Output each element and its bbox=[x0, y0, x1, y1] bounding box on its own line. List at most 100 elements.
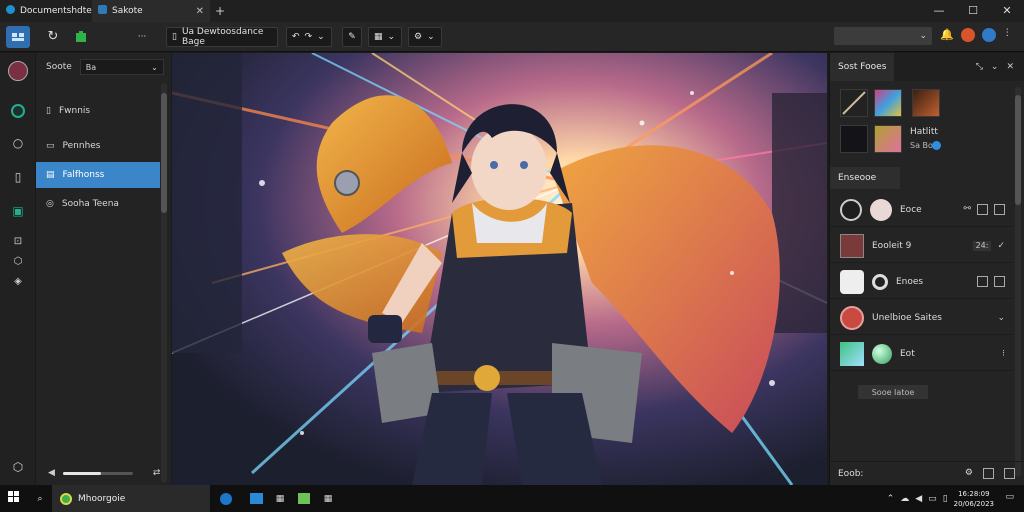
close-tab-icon[interactable]: ✕ bbox=[196, 6, 204, 17]
folder-icon[interactable]: ⊡ bbox=[10, 233, 26, 249]
undo-redo-control[interactable]: ↶ ↷ ⌄ bbox=[286, 26, 332, 47]
taskbar-app-store[interactable] bbox=[244, 485, 268, 512]
layer-name: Eot bbox=[900, 348, 915, 359]
zoom-slider[interactable] bbox=[62, 471, 133, 475]
system-tray: ⌃ ☁ ◀ ▭ ▯ 16:28:09 20/06/2023 bbox=[887, 485, 994, 512]
volume-icon[interactable]: ◀ bbox=[915, 494, 922, 504]
chevron-down-icon[interactable]: ⌄ bbox=[997, 313, 1005, 323]
lock-icon[interactable] bbox=[977, 204, 988, 215]
bell-icon[interactable]: 🔔 bbox=[940, 28, 954, 42]
start-button[interactable] bbox=[0, 491, 28, 506]
brush-button[interactable]: ✎ bbox=[342, 26, 362, 47]
cloud-icon[interactable]: ☁ bbox=[900, 494, 909, 504]
thumbnail[interactable] bbox=[840, 89, 868, 117]
layer-row[interactable]: Eoce ⚯ bbox=[830, 193, 1013, 227]
thumbnail[interactable] bbox=[874, 125, 902, 153]
chevron-up-icon[interactable]: ⌃ bbox=[887, 494, 895, 504]
network-icon[interactable]: ▭ bbox=[928, 494, 937, 504]
chevron-down-icon[interactable]: ⌄ bbox=[991, 62, 999, 72]
settings-hex-icon[interactable]: ⬡ bbox=[10, 459, 26, 475]
image-canvas[interactable] bbox=[172, 53, 827, 485]
nav-item-fwnnis[interactable]: ▯ Fwnnis bbox=[36, 98, 160, 124]
more-icon[interactable]: ⁝ bbox=[1002, 349, 1005, 359]
scrollbar-thumb[interactable] bbox=[161, 93, 167, 213]
tab-sakote[interactable]: Sakote ✕ bbox=[92, 0, 210, 22]
clock[interactable]: 16:28:09 20/06/2023 bbox=[954, 489, 994, 509]
thumbnail[interactable] bbox=[874, 89, 902, 117]
thumbnail[interactable] bbox=[840, 125, 868, 153]
taskbar-app-files[interactable] bbox=[292, 485, 316, 512]
visibility-icon[interactable] bbox=[994, 204, 1005, 215]
tab-icon bbox=[98, 5, 107, 17]
lock-icon[interactable] bbox=[977, 276, 988, 287]
layer-row[interactable]: Eooleit 9 24: ✓ bbox=[830, 229, 1013, 263]
nav-item-falfhonss[interactable]: ▤ Falfhonss bbox=[36, 162, 160, 188]
layer-row[interactable]: Unelbioe Saites ⌄ bbox=[830, 301, 1013, 335]
delete-icon[interactable] bbox=[1004, 468, 1015, 479]
tab-label: Sost Fooes bbox=[838, 62, 887, 72]
artwork-image bbox=[172, 53, 827, 485]
layer-row[interactable]: Enoes bbox=[830, 265, 1013, 299]
settings-icon[interactable]: ⚙ bbox=[965, 468, 973, 479]
panel-scrollbar[interactable] bbox=[161, 83, 167, 483]
settings-dropdown[interactable]: ⚙ ⌄ bbox=[408, 26, 442, 47]
status-icon[interactable] bbox=[10, 103, 26, 119]
layer-name: Unelbioe Saites bbox=[872, 312, 942, 323]
visibility-icon[interactable] bbox=[994, 276, 1005, 287]
layer-row[interactable]: Eot ⁝ bbox=[830, 337, 1013, 371]
nav-item-label: Sooha Teena bbox=[61, 199, 119, 209]
nav-item-pennhes[interactable]: ▭ Pennhes bbox=[36, 133, 160, 159]
shield-icon[interactable]: ▣ bbox=[10, 203, 26, 219]
scrollbar-thumb[interactable] bbox=[1015, 95, 1021, 205]
new-layer-icon[interactable] bbox=[983, 468, 994, 479]
circle-icon[interactable]: ○ bbox=[10, 135, 26, 151]
account-icon[interactable] bbox=[981, 28, 996, 42]
file-dropdown[interactable]: ▯ Ua Dewtoosdance Bage bbox=[166, 26, 278, 47]
file-icon: ▯ bbox=[172, 31, 177, 42]
layer-value[interactable]: 24: bbox=[972, 240, 992, 251]
notification-icon[interactable]: ▭ bbox=[1005, 492, 1014, 502]
new-tab-button[interactable]: + bbox=[210, 4, 230, 18]
check-icon[interactable]: ✓ bbox=[997, 241, 1005, 251]
file-label: Ua Dewtoosdance Bage bbox=[181, 26, 264, 47]
shape-icon[interactable]: ⬡ bbox=[10, 253, 26, 269]
home-button[interactable] bbox=[6, 25, 30, 48]
profile-icon[interactable] bbox=[960, 28, 975, 42]
close-icon[interactable]: ✕ bbox=[1006, 62, 1014, 72]
sphere-icon bbox=[872, 343, 892, 364]
layer-name: Eooleit 9 bbox=[872, 240, 912, 251]
taskbar-app-calc[interactable]: ▦ bbox=[268, 485, 292, 512]
tab-assets[interactable]: Sost Fooes bbox=[830, 53, 894, 81]
search-input[interactable]: ⌄ bbox=[834, 27, 932, 45]
tab-documents[interactable]: Documentshdte bbox=[0, 0, 92, 22]
more-button[interactable]: ··· bbox=[132, 26, 152, 48]
minimize-button[interactable]: — bbox=[922, 0, 956, 22]
maximize-button[interactable]: ☐ bbox=[956, 0, 990, 22]
calculator-icon: ▦ bbox=[275, 493, 285, 504]
taskbar-app-photos[interactable]: ▦ bbox=[316, 485, 340, 512]
link-icon[interactable]: ⚯ bbox=[963, 204, 971, 215]
close-window-button[interactable]: ✕ bbox=[990, 0, 1024, 22]
diamond-icon[interactable]: ◈ bbox=[10, 273, 26, 289]
thumbnail[interactable] bbox=[912, 89, 940, 117]
add-layer-button[interactable]: Sooe Iatoe bbox=[858, 385, 928, 399]
section-header[interactable]: Enseooe bbox=[830, 167, 900, 189]
panel-select[interactable]: Ba ⌄ bbox=[79, 59, 164, 75]
battery-icon[interactable]: ▯ bbox=[943, 494, 948, 504]
swap-icon[interactable]: ⇄ bbox=[153, 468, 161, 478]
expand-icon[interactable]: ⤡ bbox=[976, 62, 983, 72]
layers-dropdown[interactable]: ▦ ⌄ bbox=[368, 26, 402, 47]
search-button[interactable]: ⌕ bbox=[28, 485, 52, 512]
clock-date: 20/06/2023 bbox=[953, 499, 994, 508]
taskbar-app-browser[interactable]: Mhoorgoie bbox=[52, 485, 210, 512]
extension-button[interactable] bbox=[70, 26, 92, 48]
refresh-button[interactable]: ↻ bbox=[42, 26, 64, 48]
book-icon[interactable]: ▯ bbox=[10, 169, 26, 185]
taskbar-app-edge[interactable] bbox=[214, 485, 238, 512]
panel-scrollbar[interactable] bbox=[1015, 87, 1021, 477]
menu-icon[interactable]: ⋮ bbox=[1003, 28, 1012, 42]
nav-item-sooha-teena[interactable]: ◎ Sooha Teena bbox=[36, 191, 160, 217]
avatar[interactable] bbox=[8, 61, 28, 81]
page-icon: ▭ bbox=[46, 141, 55, 151]
volume-icon[interactable]: ◀ bbox=[48, 468, 55, 478]
